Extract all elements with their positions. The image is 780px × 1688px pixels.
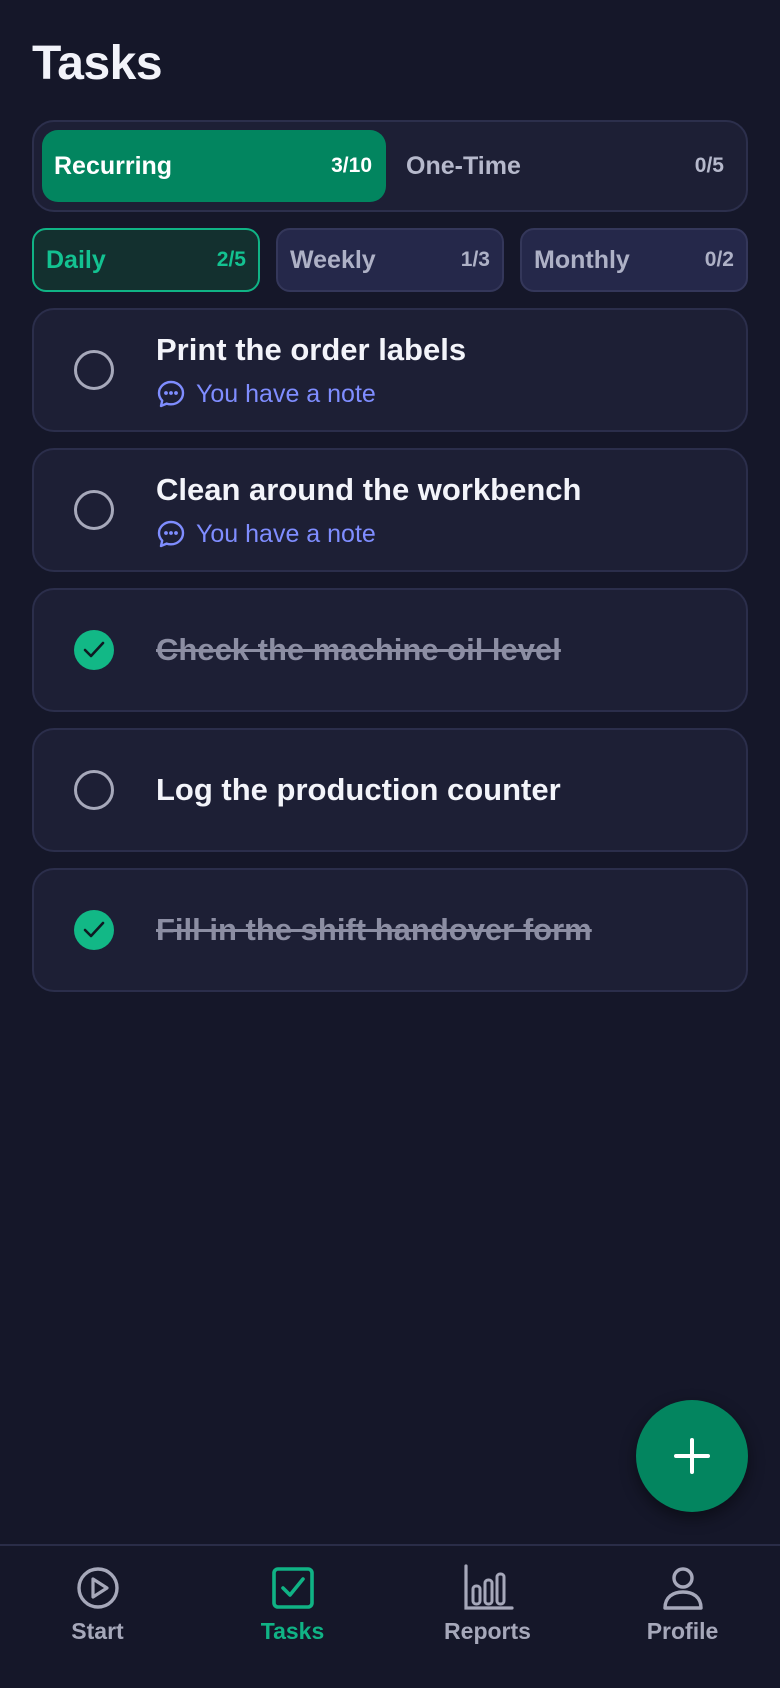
- chip-daily[interactable]: Daily 2/5: [32, 228, 260, 292]
- nav-start[interactable]: Start: [0, 1564, 195, 1674]
- chat-bubble-icon: [157, 520, 185, 548]
- task-note-text: You have a note: [196, 519, 376, 548]
- task-card[interactable]: Clean around the workbench You have a no…: [32, 448, 748, 572]
- checkmark-icon: [83, 921, 105, 938]
- task-title: Check the machine oil level: [156, 632, 561, 667]
- chip-count: 1/3: [460, 248, 490, 271]
- task-type-segmented-control: Recurring 3/10 One-Time 0/5: [32, 120, 748, 212]
- page-title: Tasks: [32, 37, 163, 90]
- nav-reports[interactable]: Reports: [390, 1564, 585, 1674]
- task-card[interactable]: Print the order labels You have a note: [32, 308, 748, 432]
- chip-label: Weekly: [290, 245, 376, 274]
- nav-label: Reports: [444, 1618, 531, 1644]
- add-task-button[interactable]: [636, 1400, 748, 1512]
- chip-count: 2/5: [216, 248, 246, 271]
- task-title: Clean around the workbench: [156, 472, 582, 507]
- user-icon: [662, 1567, 703, 1610]
- nav-profile[interactable]: Profile: [585, 1564, 780, 1674]
- segment-count: 0/5: [694, 154, 724, 177]
- segment-count: 3/10: [331, 154, 372, 177]
- segment-label: One-Time: [406, 151, 521, 180]
- nav-label: Profile: [646, 1618, 719, 1644]
- chip-label: Monthly: [534, 245, 630, 274]
- task-checkbox-checked[interactable]: [74, 630, 114, 670]
- task-title: Log the production counter: [156, 772, 561, 807]
- bar-chart-icon: [463, 1564, 514, 1610]
- nav-label: Tasks: [260, 1618, 325, 1644]
- segment-recurring[interactable]: Recurring 3/10: [42, 130, 386, 202]
- task-note-link[interactable]: You have a note: [156, 518, 376, 550]
- task-checkbox-checked[interactable]: [74, 910, 114, 950]
- segment-label: Recurring: [54, 151, 173, 180]
- plus-icon: [674, 1438, 710, 1474]
- checkbox-icon: [271, 1567, 314, 1609]
- task-checkbox-unchecked[interactable]: [74, 770, 114, 810]
- task-card[interactable]: Log the production counter: [32, 728, 748, 852]
- task-title: Fill in the shift handover form: [156, 912, 592, 947]
- tasks-screen: Tasks Recurring 3/10 One-Time 0/5 Daily …: [0, 0, 780, 1688]
- task-note-link[interactable]: You have a note: [156, 378, 376, 410]
- chip-count: 0/2: [704, 248, 734, 271]
- checkmark-icon: [83, 641, 105, 658]
- chip-monthly[interactable]: Monthly 0/2: [520, 228, 748, 292]
- bottom-nav: Start Tasks Reports Profile: [0, 1544, 780, 1688]
- task-note-text: You have a note: [196, 379, 376, 408]
- play-circle-icon: [76, 1567, 119, 1609]
- task-checkbox-unchecked[interactable]: [74, 490, 114, 530]
- chip-label: Daily: [46, 245, 106, 274]
- chip-weekly[interactable]: Weekly 1/3: [276, 228, 504, 292]
- task-card[interactable]: Fill in the shift handover form: [32, 868, 748, 992]
- task-title: Print the order labels: [156, 332, 467, 367]
- chat-bubble-icon: [157, 380, 185, 408]
- nav-tasks[interactable]: Tasks: [195, 1564, 390, 1674]
- segment-one-time[interactable]: One-Time 0/5: [394, 130, 738, 202]
- nav-label: Start: [71, 1618, 124, 1644]
- task-checkbox-unchecked[interactable]: [74, 350, 114, 390]
- task-card[interactable]: Check the machine oil level: [32, 588, 748, 712]
